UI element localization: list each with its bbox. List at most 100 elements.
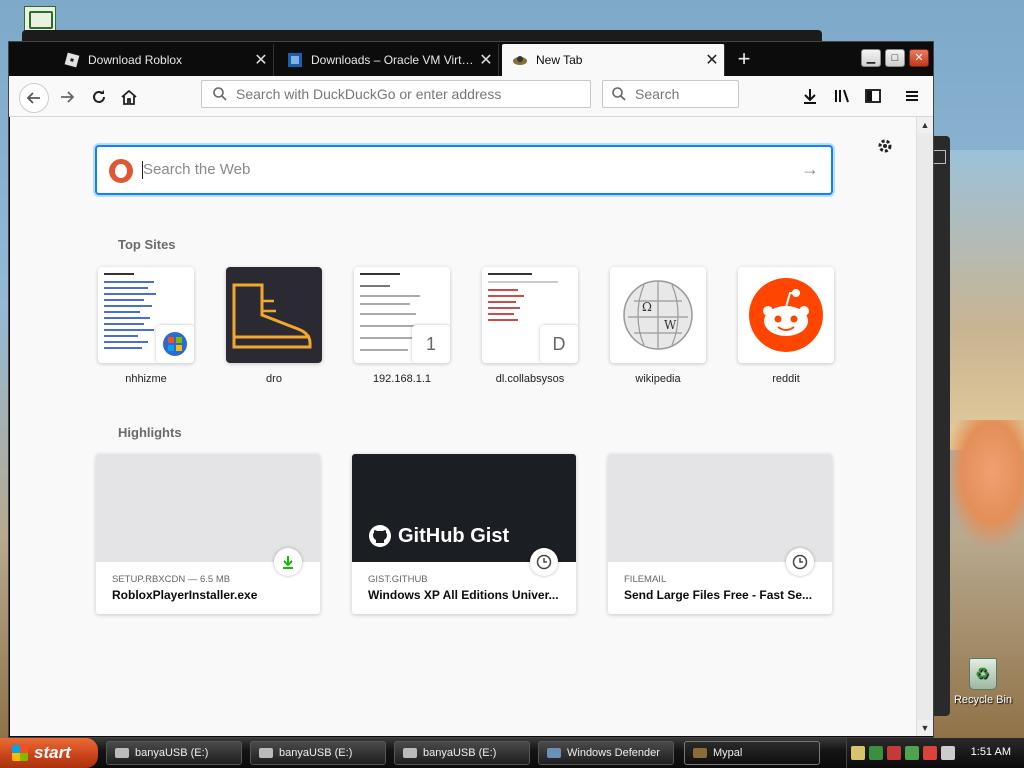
background-window-control <box>932 150 946 164</box>
highlights-heading: Highlights <box>118 425 182 440</box>
web-search-placeholder: Search the Web <box>143 161 251 178</box>
system-tray: 1:51 AM <box>846 738 1024 768</box>
hamburger-menu-icon <box>906 91 918 101</box>
defender-icon <box>547 748 561 758</box>
site-letter-badge: D <box>540 325 578 363</box>
close-tab-icon[interactable]: ✕ <box>474 50 498 70</box>
taskbar-item-label: banyaUSB (E:) <box>423 747 497 759</box>
top-site-label: dl.collabsysos <box>495 373 565 385</box>
top-site-dl-collabsysos[interactable]: D dl.collabsysos <box>480 267 580 385</box>
address-bar[interactable]: Search with DuckDuckGo or enter address <box>201 80 591 108</box>
home-button[interactable] <box>115 83 143 111</box>
windows-flag-icon <box>12 745 28 761</box>
top-site-thumbnail <box>738 267 834 363</box>
tray-alert-icon[interactable] <box>923 746 937 760</box>
close-window-button[interactable]: ✕ <box>909 49 929 67</box>
highlight-context: SETUP.RBXCDN — 6.5 MB <box>112 574 231 585</box>
boot-icon <box>232 283 312 349</box>
start-label: start <box>34 743 71 762</box>
tab-virtualbox-downloads[interactable]: Downloads – Oracle VM VirtualBox ✕ <box>277 44 499 76</box>
tray-volume-icon[interactable] <box>941 746 955 760</box>
tray-user-icon[interactable] <box>851 746 865 760</box>
svg-text:W: W <box>664 318 677 332</box>
library-button[interactable] <box>831 85 853 107</box>
tray-check-icon[interactable] <box>905 746 919 760</box>
close-tab-icon[interactable]: ✕ <box>700 50 724 70</box>
taskbar-item[interactable]: banyaUSB (E:) <box>106 741 242 765</box>
tray-shield-icon[interactable] <box>887 746 901 760</box>
tab-new-tab[interactable]: New Tab ✕ <box>502 44 725 76</box>
downloads-button[interactable] <box>799 85 821 107</box>
forward-arrow-icon <box>61 91 75 103</box>
taskbar-item[interactable]: Windows Defender <box>538 741 674 765</box>
maximize-button[interactable]: □ <box>885 49 905 67</box>
search-go-arrow-icon[interactable]: → <box>801 159 819 180</box>
windows-logo-icon <box>156 325 194 363</box>
top-site-wikipedia[interactable]: ΩW wikipedia <box>608 267 708 385</box>
tab-title: Download Roblox <box>88 53 183 67</box>
forward-button[interactable] <box>53 83 81 111</box>
reload-icon <box>93 90 105 103</box>
recycle-bin-icon <box>969 658 997 690</box>
sidebar-button[interactable] <box>862 85 884 107</box>
close-tab-icon[interactable]: ✕ <box>249 50 273 70</box>
wallpaper-shore <box>944 150 1024 450</box>
highlight-preview <box>608 454 832 562</box>
library-icon <box>835 89 849 103</box>
svg-text:Ω: Ω <box>642 300 652 314</box>
taskbar-item-active[interactable]: Mypal <box>684 741 820 765</box>
top-site-thumbnail <box>226 267 322 363</box>
minimize-button[interactable]: ▁ <box>861 49 881 67</box>
drive-icon <box>259 748 273 758</box>
recycle-bin[interactable]: Recycle Bin <box>948 658 1018 706</box>
gear-icon[interactable] <box>876 137 894 155</box>
start-button[interactable]: start <box>0 738 98 768</box>
top-site-thumbnail: 1 <box>354 267 450 363</box>
top-site-dro[interactable]: dro <box>224 267 324 385</box>
taskbar-item-label: Windows Defender <box>567 747 660 759</box>
menu-button[interactable] <box>901 85 923 107</box>
taskbar-item[interactable]: banyaUSB (E:) <box>250 741 386 765</box>
highlight-context: FILEMAIL <box>624 574 667 585</box>
new-tab-button[interactable]: + <box>731 46 757 72</box>
vertical-scrollbar[interactable]: ▲ ▼ <box>916 117 933 736</box>
highlight-card[interactable]: SETUP.RBXCDN — 6.5 MB RobloxPlayerInstal… <box>96 454 320 614</box>
roblox-favicon-icon <box>64 52 80 68</box>
highlight-card[interactable]: FILEMAIL Send Large Files Free - Fast Se… <box>608 454 832 614</box>
highlight-preview <box>96 454 320 562</box>
sidebar-icon <box>865 89 881 103</box>
top-site-label: dro <box>266 373 282 385</box>
taskbar-item-label: banyaUSB (E:) <box>135 747 209 759</box>
search-bar-placeholder: Search <box>635 86 680 102</box>
highlight-context: GIST.GITHUB <box>368 574 428 585</box>
top-site-label: reddit <box>772 373 800 385</box>
search-icon <box>612 87 626 101</box>
back-button[interactable] <box>19 83 49 113</box>
web-search-input[interactable]: Search the Web → <box>95 145 833 195</box>
address-bar-placeholder: Search with DuckDuckGo or enter address <box>236 86 502 102</box>
reload-button[interactable] <box>85 83 113 111</box>
duckduckgo-logo-icon <box>109 159 133 183</box>
top-site-reddit[interactable]: reddit <box>736 267 836 385</box>
search-icon <box>213 87 227 101</box>
clock[interactable]: 1:51 AM <box>971 746 1011 758</box>
wikipedia-globe-icon: ΩW <box>623 280 693 350</box>
mypal-icon <box>693 748 707 758</box>
taskbar: start banyaUSB (E:) banyaUSB (E:) banyaU… <box>0 738 1024 768</box>
github-gist-wordmark: GitHub Gist <box>398 525 510 547</box>
site-letter-badge: 1 <box>412 325 450 363</box>
scroll-up-arrow-icon[interactable]: ▲ <box>917 117 933 133</box>
top-site-nhhizme[interactable]: nhhizme <box>96 267 196 385</box>
tab-strip: Download Roblox ✕ Downloads – Oracle VM … <box>9 42 933 76</box>
taskbar-item[interactable]: banyaUSB (E:) <box>394 741 530 765</box>
tab-download-roblox[interactable]: Download Roblox ✕ <box>54 44 274 76</box>
tray-network-icon[interactable] <box>869 746 883 760</box>
tab-title: New Tab <box>536 53 583 67</box>
scroll-down-arrow-icon[interactable]: ▼ <box>917 720 933 736</box>
top-site-thumbnail: D <box>482 267 578 363</box>
highlight-card[interactable]: GitHub Gist GIST.GITHUB Windows XP All E… <box>352 454 576 614</box>
search-bar[interactable]: Search <box>602 80 739 108</box>
top-site-192-168-1-1[interactable]: 1 192.168.1.1 <box>352 267 452 385</box>
highlight-title: RobloxPlayerInstaller.exe <box>112 588 258 602</box>
recycle-bin-label: Recycle Bin <box>953 694 1013 706</box>
